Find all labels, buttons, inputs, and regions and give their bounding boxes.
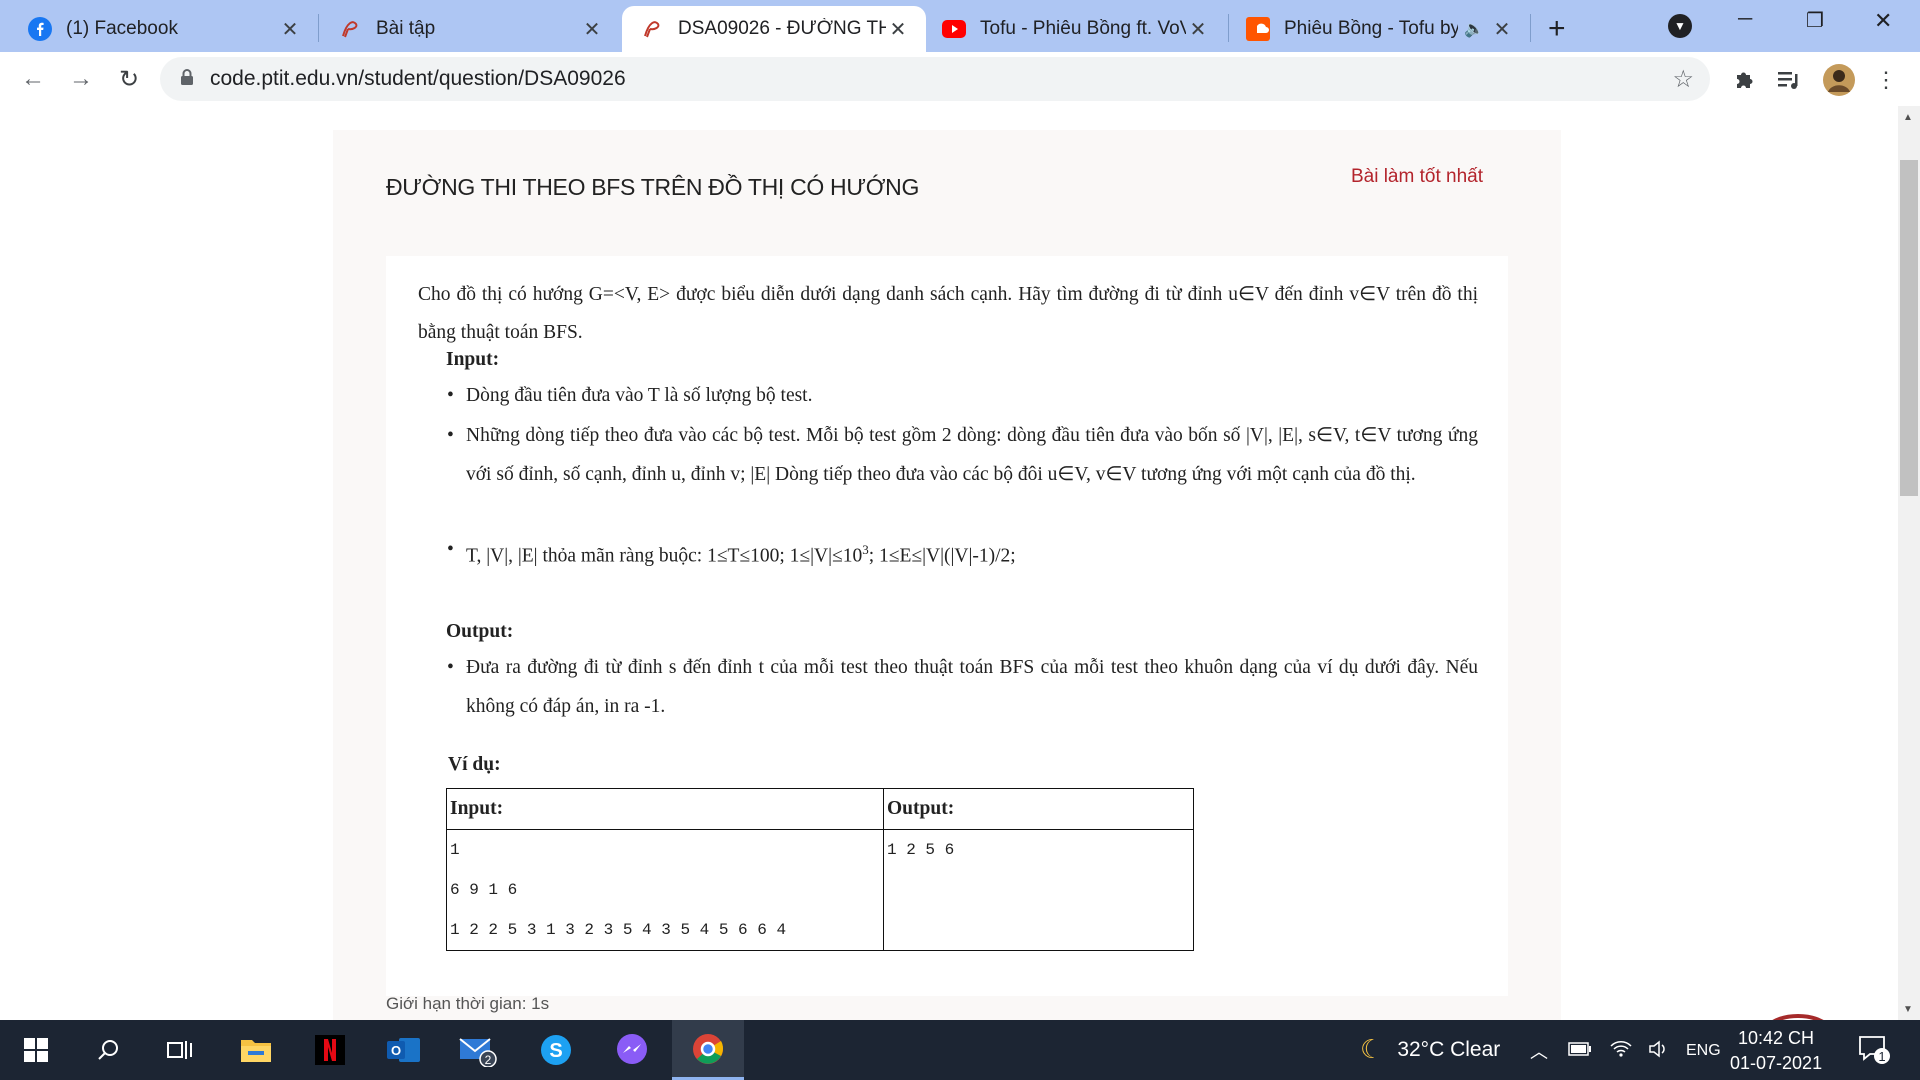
browser-toolbar: ← → ↻ code.ptit.edu.vn/student/question/… [0, 52, 1920, 107]
messenger-icon[interactable] [596, 1020, 668, 1080]
new-tab-button[interactable]: + [1548, 12, 1566, 46]
problem-intro: Cho đồ thị có hướng G=<V, E> được biểu d… [418, 284, 1478, 343]
input-heading: Input: [446, 349, 500, 370]
system-tray: ︿ ENG [1530, 1038, 1721, 1064]
tab-dsa09026[interactable]: DSA09026 - ĐƯỜNG THI T ✕ [622, 6, 926, 52]
close-tab-icon[interactable]: ✕ [580, 17, 604, 42]
file-explorer-icon[interactable] [220, 1020, 292, 1080]
windows-taskbar: O 2 S ☾ 32°C Clear ︿ ENG 10:42 CH 01-07-… [0, 1020, 1920, 1080]
example-input-cell: 1 6 9 1 6 1 2 2 5 3 1 3 2 3 5 4 3 5 4 5 … [446, 829, 884, 951]
mail-icon[interactable]: 2 [442, 1020, 514, 1080]
example-input-line: 6 9 1 6 [450, 881, 518, 899]
lock-icon[interactable] [180, 68, 194, 91]
example-heading: Ví dụ: [448, 754, 501, 775]
example-output-header: Output: [883, 788, 1194, 830]
tab-bai-tap[interactable]: Bài tập ✕ [320, 6, 620, 52]
scroll-up-arrow[interactable]: ▲ [1903, 112, 1913, 123]
close-tab-icon[interactable]: ✕ [886, 17, 910, 42]
facebook-icon [28, 17, 52, 41]
clock-date: 01-07-2021 [1730, 1053, 1823, 1073]
soundcloud-icon [1246, 17, 1270, 41]
tab-title: Tofu - Phiêu Bồng ft. VoVa [980, 18, 1186, 39]
close-tab-icon[interactable]: ✕ [1490, 17, 1514, 42]
ptit-icon [640, 17, 664, 41]
tab-divider [1228, 14, 1229, 42]
example-input-header: Input: [446, 788, 884, 830]
example-input-line: 1 [450, 841, 460, 859]
tab-title: (1) Facebook [66, 18, 178, 39]
scrollbar-thumb[interactable] [1900, 160, 1918, 496]
problem-title: ĐƯỜNG THI THEO BFS TRÊN ĐỒ THỊ CÓ HƯỚNG [386, 174, 920, 200]
input-bullet: Dòng đầu tiên đưa vào T là số lượng bộ t… [447, 376, 1478, 415]
youtube-icon [942, 17, 966, 41]
ptit-icon [338, 17, 362, 41]
constraint-text: T, |V|, |E| thỏa mãn ràng buộc: 1≤T≤100;… [466, 545, 863, 567]
minimize-button[interactable]: ─ [1738, 8, 1752, 31]
close-window-button[interactable]: ✕ [1874, 8, 1892, 34]
profile-avatar[interactable] [1822, 63, 1856, 97]
svg-text:S: S [549, 1040, 562, 1062]
audio-playing-icon[interactable]: 🔈 [1464, 19, 1484, 39]
moon-icon: ☾ [1360, 1034, 1384, 1064]
skype-icon[interactable]: S [520, 1020, 592, 1080]
clock-time: 10:42 CH [1738, 1028, 1815, 1048]
tab-title: Phiêu Bồng - Tofu by [1284, 18, 1459, 39]
output-bullet: Đưa ra đường đi từ đỉnh s đến đỉnh t của… [447, 648, 1478, 726]
wifi-icon[interactable] [1610, 1040, 1632, 1063]
svg-text:O: O [391, 1043, 401, 1058]
tab-title: Bài tập [376, 18, 436, 39]
close-tab-icon[interactable]: ✕ [278, 17, 302, 42]
example-output-cell: 1 2 5 6 [883, 829, 1194, 951]
example-table: Input: Output: 1 6 9 1 6 1 2 2 5 3 1 3 2… [446, 788, 1194, 951]
example-output-line: 1 2 5 6 [887, 841, 955, 859]
netflix-icon[interactable] [294, 1020, 366, 1080]
input-bullet: Những dòng tiếp theo đưa vào các bộ test… [447, 416, 1478, 494]
time-limit: Giới hạn thời gian: 1s [386, 994, 550, 1013]
notification-count: 1 [1878, 1049, 1885, 1064]
mail-badge: 2 [485, 1053, 492, 1067]
close-tab-icon[interactable]: ✕ [1186, 17, 1210, 42]
url-text: code.ptit.edu.vn/student/question/DSA090… [210, 67, 626, 90]
menu-kebab-icon[interactable]: ⋮ [1872, 66, 1900, 94]
weather-text: 32°C Clear [1397, 1037, 1501, 1061]
constraint-bullet: T, |V|, |E| thỏa mãn ràng buộc: 1≤T≤100;… [447, 530, 1478, 576]
forward-button[interactable]: → [64, 62, 98, 96]
notification-center-icon[interactable]: 1 [1858, 1034, 1892, 1071]
scroll-down-arrow[interactable]: ▼ [1903, 1004, 1913, 1015]
tab-soundcloud[interactable]: Phiêu Bồng - Tofu by 🔈 ✕ [1230, 6, 1530, 52]
language-indicator[interactable]: ENG [1686, 1042, 1721, 1060]
back-button[interactable]: ← [16, 62, 50, 96]
chat-bubble-button[interactable]: 1 [1756, 1012, 1840, 1020]
tab-youtube[interactable]: Tofu - Phiêu Bồng ft. VoVa ✕ [926, 6, 1226, 52]
chrome-icon[interactable] [672, 1020, 744, 1080]
address-bar[interactable]: code.ptit.edu.vn/student/question/DSA090… [160, 57, 1710, 101]
search-icon[interactable] [72, 1020, 144, 1080]
clock[interactable]: 10:42 CH 01-07-2021 [1730, 1026, 1822, 1076]
reload-button[interactable]: ↻ [112, 62, 146, 96]
tab-divider [1530, 14, 1531, 42]
page-viewport: ĐƯỜNG THI THEO BFS TRÊN ĐỒ THỊ CÓ HƯỚNG … [0, 106, 1898, 1020]
tab-facebook[interactable]: (1) Facebook ✕ [0, 6, 318, 52]
extensions-icon[interactable] [1730, 66, 1758, 94]
tab-strip: (1) Facebook ✕ Bài tập ✕ DSA09026 - ĐƯỜN… [0, 0, 1920, 52]
task-view-icon[interactable] [144, 1020, 216, 1080]
outlook-icon[interactable]: O [368, 1020, 440, 1080]
media-control-icon[interactable] [1776, 66, 1804, 94]
windows-start-icon[interactable] [0, 1020, 72, 1080]
example-input-line: 1 2 2 5 3 1 3 2 3 5 4 3 5 4 5 6 6 4 [450, 921, 787, 939]
output-heading: Output: [446, 621, 514, 642]
tab-divider [318, 14, 319, 42]
problem-card: ĐƯỜNG THI THEO BFS TRÊN ĐỒ THỊ CÓ HƯỚNG … [333, 130, 1561, 1020]
volume-icon[interactable] [1648, 1039, 1668, 1063]
tab-title: DSA09026 - ĐƯỜNG THI T [678, 18, 886, 39]
best-solution-link[interactable]: Bài làm tốt nhất [1351, 166, 1483, 188]
tab-search-icon[interactable]: ▼ [1668, 14, 1692, 38]
problem-statement: Cho đồ thị có hướng G=<V, E> được biểu d… [386, 256, 1508, 996]
battery-icon[interactable] [1568, 1041, 1592, 1061]
weather-widget[interactable]: ☾ 32°C Clear [1360, 1034, 1500, 1065]
restore-button[interactable]: ❐ [1806, 8, 1824, 33]
constraint-text: ; 1≤E≤|V|(|V|-1)/2; [868, 545, 1016, 567]
show-hidden-icons-icon[interactable]: ︿ [1530, 1038, 1548, 1064]
bookmark-star-icon[interactable]: ☆ [1672, 65, 1694, 94]
